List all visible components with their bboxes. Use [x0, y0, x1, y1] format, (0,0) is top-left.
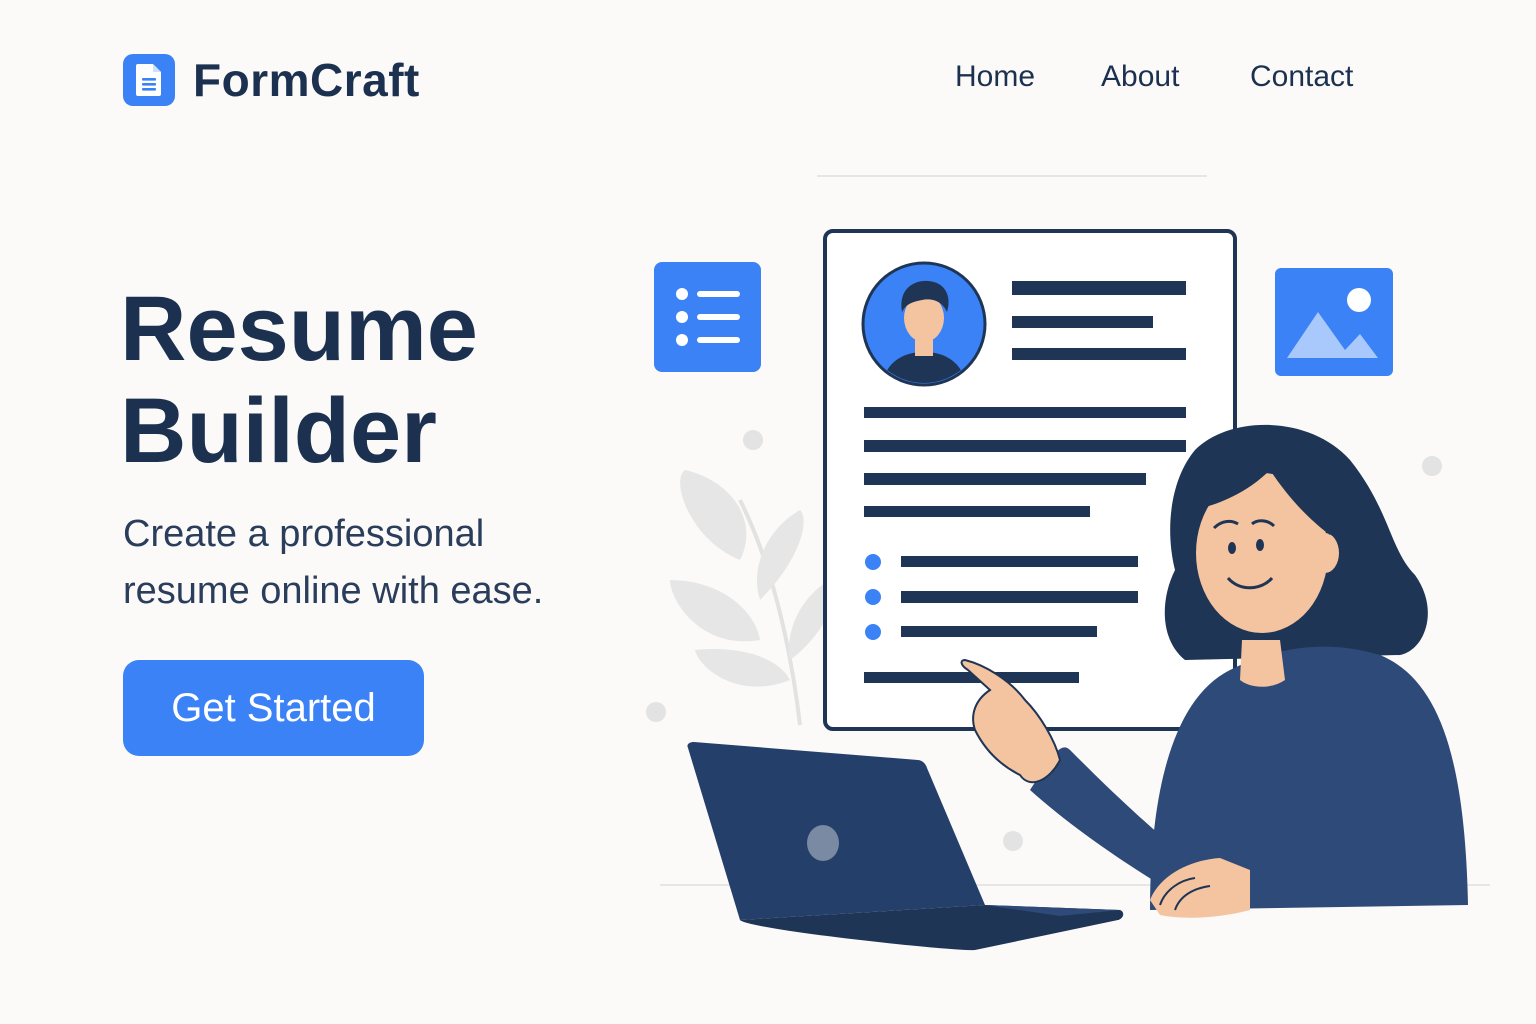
- nav-about-link[interactable]: About: [1101, 60, 1250, 94]
- plant-icon: [670, 470, 834, 726]
- decor-dot: [743, 430, 763, 450]
- document-icon: [123, 54, 175, 106]
- brand-name: FormCraft: [193, 54, 420, 106]
- laptop-icon: [687, 742, 1124, 951]
- nav-contact-link[interactable]: Contact: [1250, 60, 1353, 94]
- hero-subtitle-line1: Create a professional: [123, 513, 485, 555]
- hero-title-line2: Builder: [120, 380, 437, 482]
- image-icon: [1275, 268, 1393, 376]
- decor-dot: [1422, 456, 1442, 476]
- hero-title-line1: Resume: [120, 278, 478, 380]
- resume-document: [823, 229, 1237, 731]
- list-icon: [654, 262, 761, 372]
- nav-home-link[interactable]: Home: [955, 60, 1101, 94]
- hero-subtitle-line2: resume online with ease.: [123, 570, 544, 612]
- woman-illustration: [960, 424, 1468, 918]
- brand-logo[interactable]: FormCraft: [123, 53, 420, 107]
- hero-title: Resume Builder: [120, 278, 478, 482]
- hero-subtitle: Create a professional resume online with…: [123, 506, 623, 620]
- decor-dot: [1003, 831, 1023, 851]
- get-started-button[interactable]: Get Started: [123, 660, 424, 756]
- avatar-icon: [861, 261, 987, 387]
- main-nav: Home About Contact: [955, 60, 1353, 94]
- decor-dot: [646, 702, 666, 722]
